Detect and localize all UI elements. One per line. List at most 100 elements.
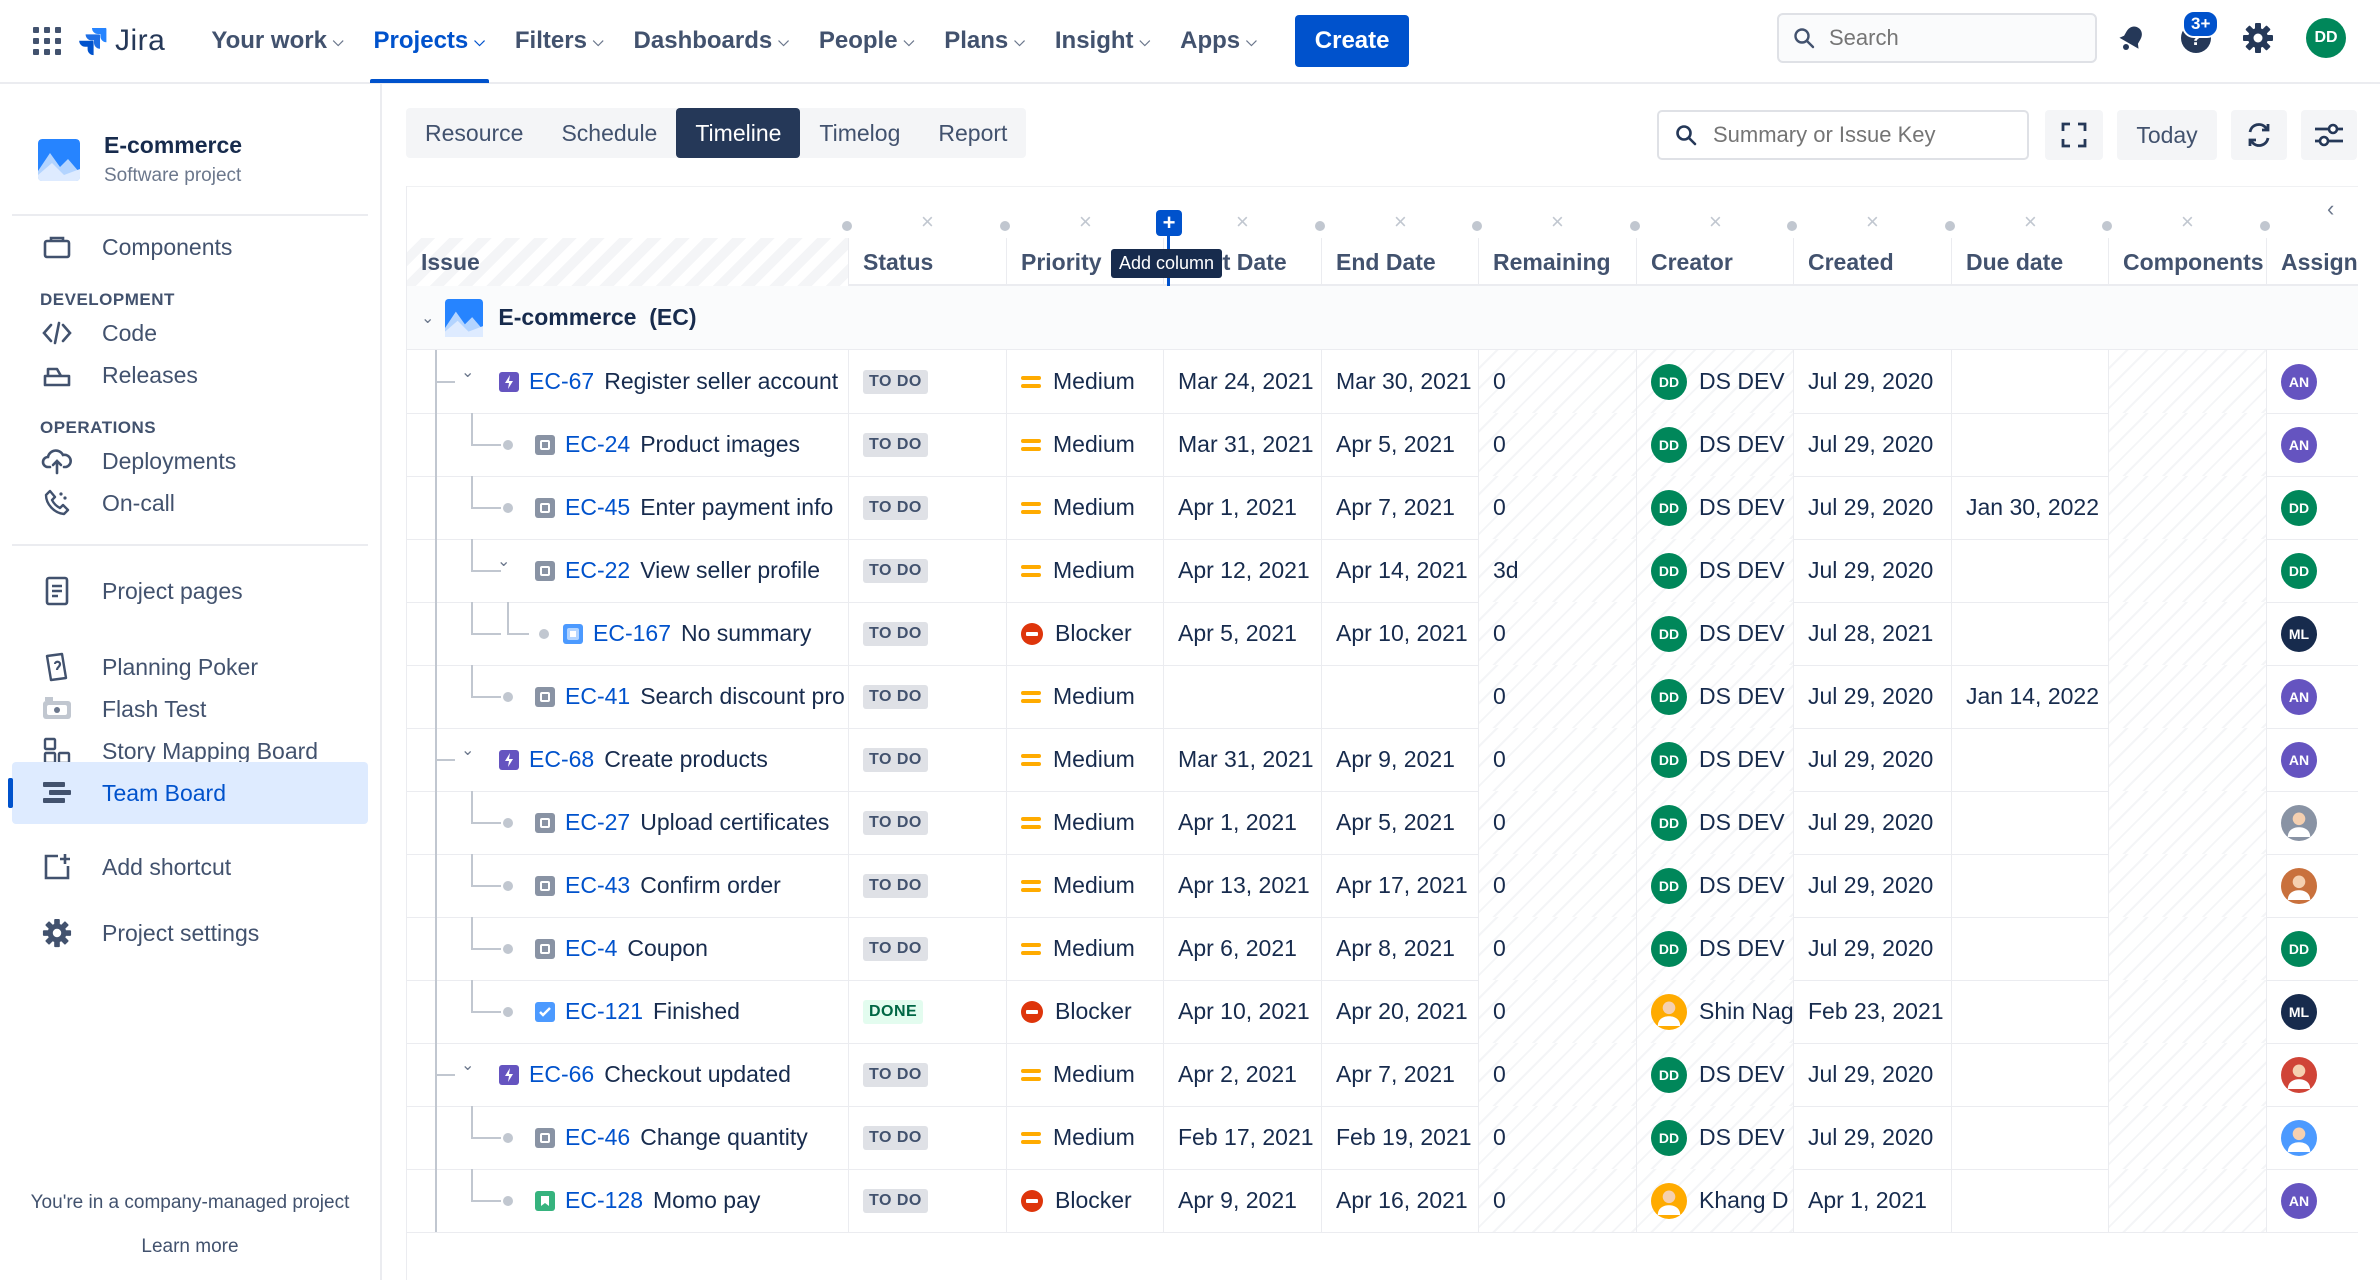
issue-cell[interactable]: EC-27 Upload certificates (407, 791, 848, 854)
issue-summary[interactable]: View seller profile (640, 557, 820, 584)
creator-cell[interactable]: DD DS DEV (1636, 728, 1794, 791)
issue-cell[interactable]: ⌄ EC-66 Checkout updated (407, 1043, 848, 1106)
tab-schedule[interactable]: Schedule (542, 108, 676, 158)
assignee-cell[interactable]: AN (2266, 728, 2358, 791)
issue-cell[interactable]: EC-45 Enter payment info (407, 476, 848, 539)
tab-timelog[interactable]: Timelog (800, 108, 919, 158)
due-date-cell[interactable] (1951, 728, 2109, 791)
chevron-left-icon[interactable]: ‹ (2327, 196, 2334, 222)
assignee-cell[interactable]: AN (2266, 413, 2358, 476)
remaining-cell[interactable]: 0 (1478, 791, 1636, 854)
priority-cell[interactable]: Medium (1006, 854, 1164, 917)
sidebar-item-oncall[interactable]: On-call (12, 472, 368, 534)
due-date-cell[interactable] (1951, 1106, 2109, 1169)
table-row[interactable]: EC-45 Enter payment info TO DO Medium Apr 1,… (407, 476, 2358, 540)
issue-summary[interactable]: Product images (640, 431, 800, 458)
status-badge[interactable]: TO DO (863, 810, 928, 835)
components-cell[interactable] (2108, 350, 2266, 413)
start-date-cell[interactable]: Apr 9, 2021 (1163, 1169, 1321, 1232)
tab-timeline[interactable]: Timeline (676, 108, 801, 158)
issue-summary[interactable]: Finished (653, 998, 740, 1025)
created-cell[interactable]: Feb 23, 2021 (1793, 980, 1951, 1043)
issue-content[interactable]: EC-22 View seller profile (535, 557, 820, 584)
issue-key-link[interactable]: EC-22 (565, 557, 630, 584)
status-cell[interactable]: TO DO (848, 791, 1006, 854)
project-group-row[interactable]: ⌄ E-commerce (EC) (407, 286, 2358, 350)
nav-dashboards[interactable]: Dashboards ⌵ (622, 0, 801, 83)
components-cell[interactable] (2108, 917, 2266, 980)
column-header-status[interactable]: Status (848, 238, 1006, 286)
issue-content[interactable]: EC-121 Finished (535, 998, 740, 1025)
issue-key-link[interactable]: EC-66 (529, 1061, 594, 1088)
sidebar-item-releases[interactable]: Releases (12, 344, 368, 406)
issue-key-link[interactable]: EC-67 (529, 368, 594, 395)
remaining-cell[interactable]: 0 (1478, 917, 1636, 980)
issue-key-link[interactable]: EC-4 (565, 935, 617, 962)
creator-cell[interactable]: Khang D (1636, 1169, 1794, 1232)
start-date-cell[interactable]: Mar 31, 2021 (1163, 413, 1321, 476)
due-date-cell[interactable] (1951, 602, 2109, 665)
table-row[interactable]: EC-27 Upload certificates TO DO Medium Apr 1… (407, 791, 2358, 855)
issue-content[interactable]: EC-67 Register seller account (499, 368, 838, 395)
issue-cell[interactable]: ⌄ EC-22 View seller profile (407, 539, 848, 602)
status-badge[interactable]: TO DO (863, 621, 928, 646)
table-row[interactable]: EC-24 Product images TO DO Medium Mar 31, 20… (407, 413, 2358, 477)
start-date-cell[interactable]: Apr 5, 2021 (1163, 602, 1321, 665)
table-row[interactable]: EC-46 Change quantity TO DO Medium Feb 17, 2… (407, 1106, 2358, 1170)
components-cell[interactable] (2108, 728, 2266, 791)
start-date-cell[interactable]: Apr 6, 2021 (1163, 917, 1321, 980)
issue-content[interactable]: EC-45 Enter payment info (535, 494, 833, 521)
priority-cell[interactable]: Medium (1006, 413, 1164, 476)
assignee-cell[interactable]: AN (2266, 1169, 2358, 1232)
column-marker-dot[interactable] (1945, 221, 1955, 231)
remove-column-icon[interactable]: × (1866, 209, 1879, 235)
remove-column-icon[interactable]: × (1551, 209, 1564, 235)
start-date-cell[interactable]: Apr 10, 2021 (1163, 980, 1321, 1043)
creator-cell[interactable]: DD DS DEV (1636, 413, 1794, 476)
issue-cell[interactable]: EC-46 Change quantity (407, 1106, 848, 1169)
chevron-down-icon[interactable]: ⌄ (497, 551, 510, 571)
status-badge[interactable]: TO DO (863, 936, 928, 961)
components-cell[interactable] (2108, 602, 2266, 665)
issue-content[interactable]: EC-68 Create products (499, 746, 768, 773)
end-date-cell[interactable]: Apr 5, 2021 (1321, 413, 1479, 476)
issue-cell[interactable]: ⌄ EC-67 Register seller account (407, 350, 848, 413)
start-date-cell[interactable]: Apr 1, 2021 (1163, 476, 1321, 539)
issue-cell[interactable]: EC-121 Finished (407, 980, 848, 1043)
status-badge[interactable]: TO DO (863, 1062, 928, 1087)
issue-key-link[interactable]: EC-45 (565, 494, 630, 521)
status-badge[interactable]: TO DO (863, 432, 928, 457)
add-column-plus-icon[interactable]: + (1156, 210, 1182, 236)
priority-cell[interactable]: Medium (1006, 728, 1164, 791)
created-cell[interactable]: Jul 29, 2020 (1793, 728, 1951, 791)
column-header-creator[interactable]: Creator (1636, 238, 1794, 286)
components-cell[interactable] (2108, 539, 2266, 602)
issue-content[interactable]: EC-27 Upload certificates (535, 809, 829, 836)
created-cell[interactable]: Jul 29, 2020 (1793, 1043, 1951, 1106)
assignee-cell[interactable] (2266, 1043, 2358, 1106)
remove-column-icon[interactable]: × (1079, 209, 1092, 235)
status-badge[interactable]: TO DO (863, 558, 928, 583)
column-marker-dot[interactable] (2260, 221, 2270, 231)
chevron-down-icon[interactable]: ⌄ (461, 740, 474, 760)
assignee-cell[interactable]: ML (2266, 980, 2358, 1043)
issue-summary[interactable]: No summary (681, 620, 811, 647)
due-date-cell[interactable] (1951, 1043, 2109, 1106)
creator-cell[interactable]: DD DS DEV (1636, 854, 1794, 917)
priority-cell[interactable]: Blocker (1006, 980, 1164, 1043)
priority-cell[interactable]: Medium (1006, 791, 1164, 854)
issue-summary[interactable]: Create products (604, 746, 768, 773)
components-cell[interactable] (2108, 1106, 2266, 1169)
assignee-cell[interactable]: AN (2266, 665, 2358, 728)
created-cell[interactable]: Jul 29, 2020 (1793, 917, 1951, 980)
status-cell[interactable]: TO DO (848, 1106, 1006, 1169)
issue-content[interactable]: EC-24 Product images (535, 431, 800, 458)
start-date-cell[interactable] (1163, 665, 1321, 728)
issue-summary[interactable]: Search discount pro (640, 683, 845, 710)
assignee-cell[interactable]: ML (2266, 602, 2358, 665)
table-row[interactable]: EC-128 Momo pay TO DO Blocker Apr 9, 2021 Apr… (407, 1169, 2358, 1233)
nav-filters[interactable]: Filters ⌵ (503, 0, 616, 83)
priority-cell[interactable]: Medium (1006, 539, 1164, 602)
nav-apps[interactable]: Apps ⌵ (1168, 0, 1269, 83)
column-marker-dot[interactable] (1630, 221, 1640, 231)
